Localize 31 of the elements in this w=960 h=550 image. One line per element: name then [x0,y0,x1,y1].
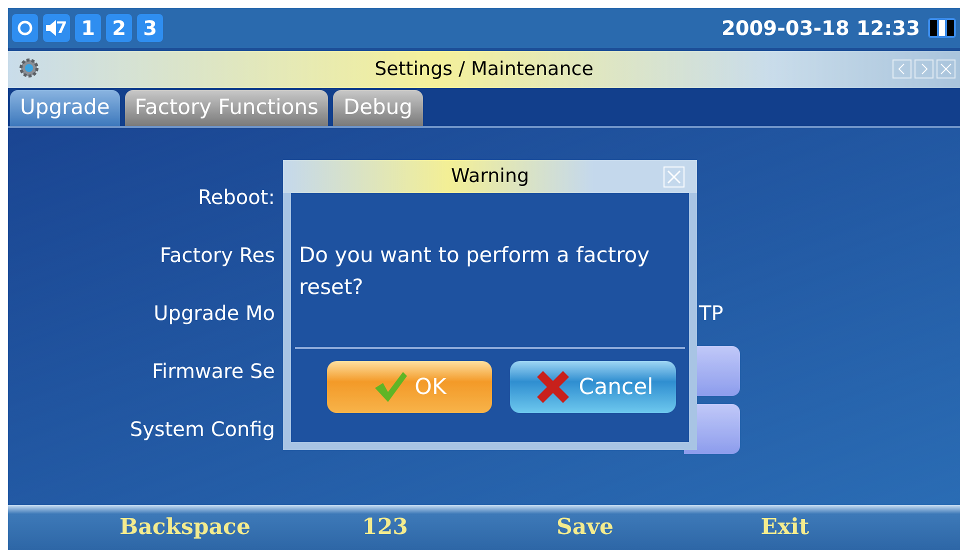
field-label: System Config [128,416,275,443]
dialog-message: Do you want to perform a factroy reset? [299,242,651,301]
tab[interactable]: Factory Functions [124,90,328,126]
line-indicator: 2 [106,14,132,42]
date-time: 2009-03-18 12:33 [721,15,920,42]
window-title: Settings / Maintenance [374,57,594,82]
field-label: Firmware Se [150,358,275,385]
battery-icon [928,18,956,38]
next-icon[interactable] [914,59,934,79]
previous-icon[interactable] [892,59,912,79]
field-label: Upgrade Mo [152,300,275,327]
softkey[interactable]: Save [485,511,685,544]
field-label: Reboot: [196,184,275,211]
cancel-button[interactable]: Cancel [510,361,676,413]
sync-icon [12,14,38,42]
gear-icon [18,57,40,79]
softkey[interactable]: Backspace [85,511,285,544]
line-indicator: 1 [75,14,102,42]
close-icon[interactable] [936,59,956,79]
field-label: Factory Res [158,242,275,269]
tab[interactable]: Upgrade [10,90,120,126]
ok-button[interactable]: OK [327,361,492,413]
check-icon [372,370,409,404]
softkey[interactable]: Exit [685,511,885,544]
softkey[interactable]: 123 [285,511,485,544]
tab[interactable]: Debug [333,90,423,126]
close-icon[interactable] [663,166,685,188]
field-value: TP [699,300,724,327]
dialog-title: Warning [450,164,530,190]
volume-indicator: 7 [43,14,70,42]
line-indicator: 3 [137,14,164,42]
